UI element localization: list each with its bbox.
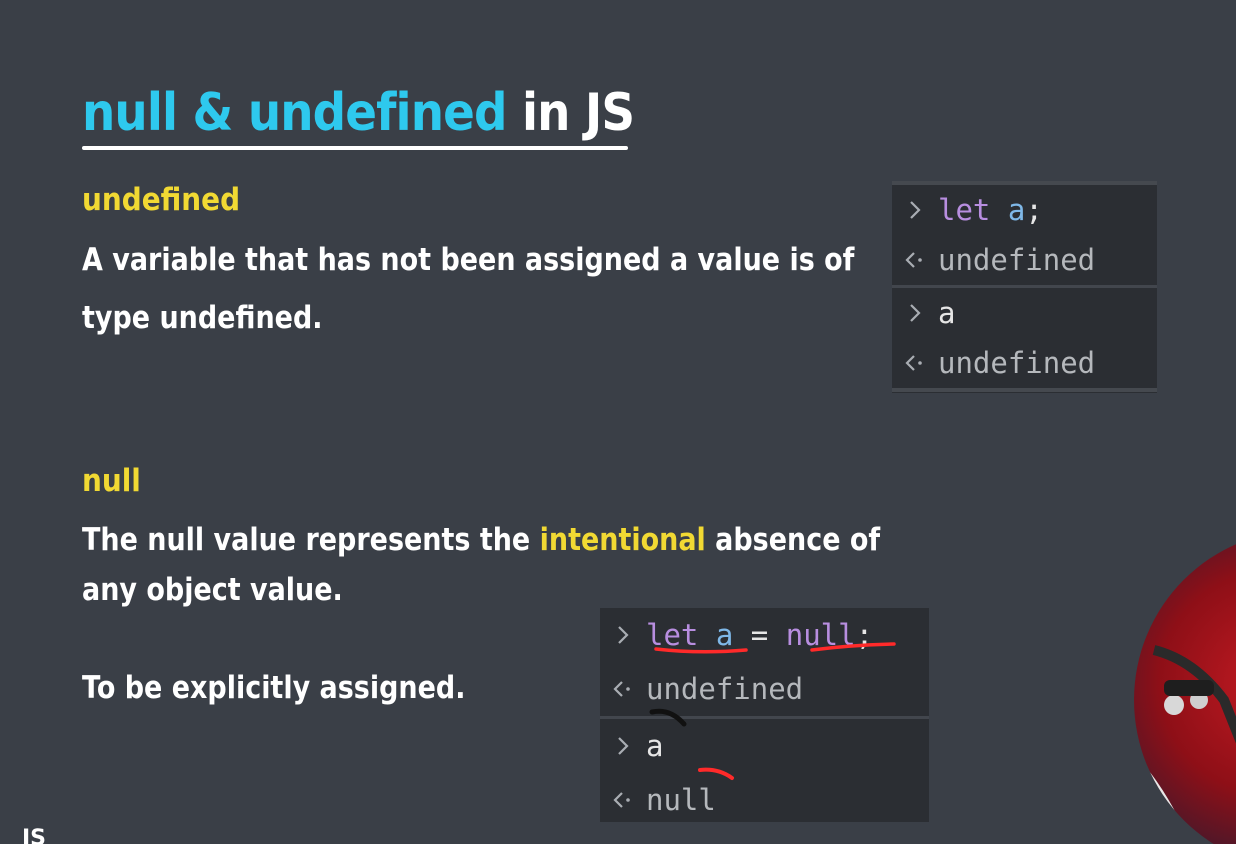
console-undefined-example: let a; undefined a undefined <box>892 181 1157 393</box>
console-input-row: let a = null; <box>600 608 929 662</box>
null-description-line2: any object value. <box>82 572 343 608</box>
console-input: a <box>938 296 956 330</box>
console-input-row: let a; <box>892 185 1157 235</box>
console-bottom-border <box>892 388 1157 392</box>
console-input-row: a <box>892 288 1157 338</box>
chevron-right-icon <box>600 735 646 757</box>
intentional-highlight: intentional <box>539 522 706 558</box>
null-heading: null <box>82 463 141 499</box>
console-output-row: undefined <box>600 662 929 716</box>
console-output: undefined <box>646 672 804 706</box>
code-variable: a <box>715 618 734 652</box>
console-output-row: undefined <box>892 338 1157 388</box>
code-punct: ; <box>855 618 874 652</box>
return-arrow-icon <box>600 789 646 811</box>
title-rest: in JS <box>521 83 635 143</box>
chevron-right-icon <box>892 199 938 221</box>
webcam-image <box>1134 645 1236 844</box>
undefined-heading: undefined <box>82 182 241 218</box>
title-highlight: null & undefined <box>82 83 507 143</box>
null-description-before: The null value represents the <box>82 522 540 558</box>
return-arrow-icon <box>892 352 938 374</box>
null-explicit-note: To be explicitly assigned. <box>82 670 466 706</box>
console-output: undefined <box>938 346 1096 380</box>
console-output: null <box>646 783 716 817</box>
code-variable: a <box>1007 193 1026 227</box>
slide: null & undefined in JS undefined A varia… <box>0 0 1236 844</box>
code-keyword: let <box>938 193 991 227</box>
console-null-example: let a = null; undefined a null <box>600 608 929 822</box>
undefined-description-line2: type undefined. <box>82 300 323 336</box>
chevron-right-icon <box>600 624 646 646</box>
title-underline <box>82 146 628 150</box>
webcam-overlay <box>1134 530 1236 844</box>
console-input: a <box>646 729 664 763</box>
code-punct: ; <box>1025 193 1043 227</box>
null-description-line1: The null value represents the intentiona… <box>82 522 880 558</box>
console-output-row: undefined <box>892 235 1157 285</box>
footer-label: JS <box>22 826 47 844</box>
return-arrow-icon <box>600 678 646 700</box>
console-input-row: a <box>600 719 929 773</box>
code-keyword: let <box>646 618 699 652</box>
code-null-value: null <box>785 618 856 652</box>
code-operator: = <box>750 618 769 652</box>
chevron-right-icon <box>892 302 938 324</box>
undefined-description-line1: A variable that has not been assigned a … <box>82 242 855 278</box>
null-description-after: absence of <box>705 522 881 558</box>
return-arrow-icon <box>892 249 938 271</box>
slide-title: null & undefined in JS <box>82 78 635 148</box>
console-output: undefined <box>938 243 1096 277</box>
console-output-row: null <box>600 773 929 827</box>
